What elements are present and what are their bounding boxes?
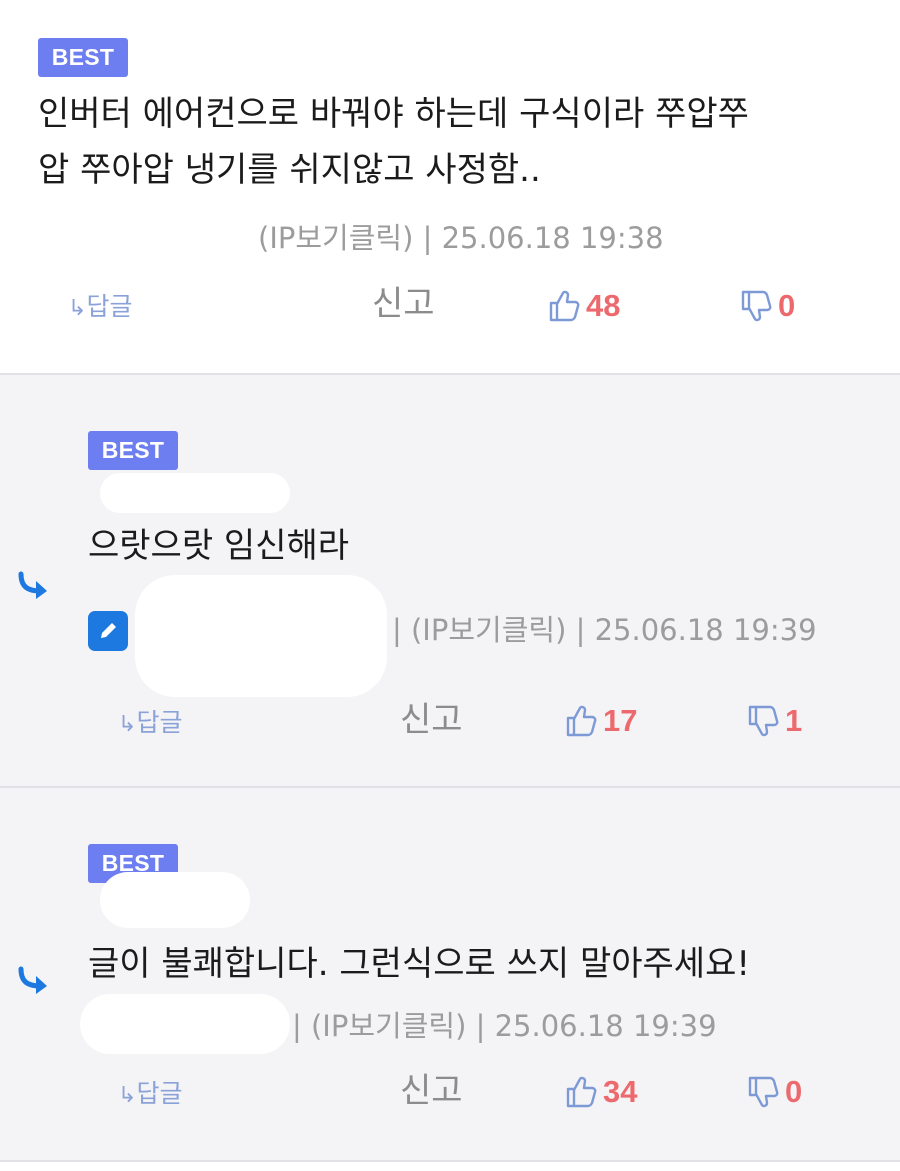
reply-label: 답글 (86, 292, 133, 321)
like-button[interactable]: 34 (565, 1074, 637, 1110)
redacted-nickname (100, 872, 250, 928)
reply-button[interactable]: ↳답글 (118, 1076, 182, 1114)
like-button[interactable]: 48 (548, 288, 620, 324)
nested-reply-arrow-icon (16, 966, 52, 1000)
comment-meta: | (IP보기클릭) | 25.06.18 19:39 (292, 1009, 717, 1043)
comment-text: 인버터 에어컨으로 바꿔야 하는데 구식이라 쭈압쭈 압 쭈아압 냉기를 쉬지않… (38, 86, 749, 198)
thumbs-up-icon (548, 289, 580, 323)
reply-arrow-icon: ↳ (118, 712, 137, 737)
redacted-nickname (80, 994, 290, 1054)
best-badge: BEST (38, 38, 128, 77)
reply-comment-item: BEST 으랏으랏 임신해라 | (IP보기클릭) | 25.06.18 19:… (0, 373, 900, 786)
comment-text-line: 압 쭈아압 냉기를 쉬지않고 사정함.. (38, 150, 541, 190)
thumbs-down-icon (740, 289, 772, 323)
comment-item: BEST 인버터 에어컨으로 바꿔야 하는데 구식이라 쭈압쭈 압 쭈아압 냉기… (0, 0, 900, 373)
dislike-count: 0 (785, 1074, 803, 1109)
comment-meta: (IP보기클릭) | 25.06.18 19:38 (258, 221, 664, 255)
comment-text: 으랏으랏 임신해라 (88, 518, 349, 574)
reply-comment-item: BEST 글이 불쾌합니다. 그런식으로 쓰지 말아주세요! | (IP보기클릭… (0, 786, 900, 1160)
comment-text-line: 글이 불쾌합니다. 그런식으로 쓰지 말아주세요! (88, 944, 750, 984)
like-count: 17 (603, 703, 638, 738)
comment-text-line: 인버터 에어컨으로 바꿔야 하는데 구식이라 쭈압쭈 (38, 94, 749, 134)
dislike-button[interactable]: 0 (747, 1074, 802, 1110)
dislike-button[interactable]: 0 (740, 288, 795, 324)
like-count: 34 (603, 1074, 638, 1109)
comment-text-line: 으랏으랏 임신해라 (88, 526, 350, 566)
comment-meta: | (IP보기클릭) | 25.06.18 19:39 (392, 613, 817, 647)
reply-arrow-icon: ↳ (68, 296, 87, 321)
reply-label: 답글 (136, 708, 183, 737)
dislike-button[interactable]: 1 (747, 703, 802, 739)
reply-arrow-icon: ↳ (118, 1083, 137, 1108)
thumbs-up-icon (565, 1075, 597, 1109)
comment-text: 글이 불쾌합니다. 그런식으로 쓰지 말아주세요! (88, 936, 750, 992)
report-button[interactable]: 신고 (372, 286, 435, 322)
nested-reply-arrow-icon (16, 571, 52, 605)
like-count: 48 (586, 288, 621, 323)
thumbs-down-icon (747, 1075, 779, 1109)
page-bottom (0, 1162, 900, 1171)
report-button[interactable]: 신고 (400, 1073, 463, 1109)
report-button[interactable]: 신고 (400, 702, 463, 738)
dislike-count: 1 (785, 703, 803, 738)
dislike-count: 0 (778, 288, 796, 323)
reply-button[interactable]: ↳답글 (118, 705, 182, 743)
redacted-nickname (135, 575, 387, 697)
thumbs-down-icon (747, 704, 779, 738)
redacted-nickname (100, 473, 290, 513)
pencil-icon (88, 611, 128, 651)
like-button[interactable]: 17 (565, 703, 637, 739)
thumbs-up-icon (565, 704, 597, 738)
reply-label: 답글 (136, 1079, 183, 1108)
reply-button[interactable]: ↳답글 (68, 289, 132, 327)
best-badge: BEST (88, 431, 178, 470)
